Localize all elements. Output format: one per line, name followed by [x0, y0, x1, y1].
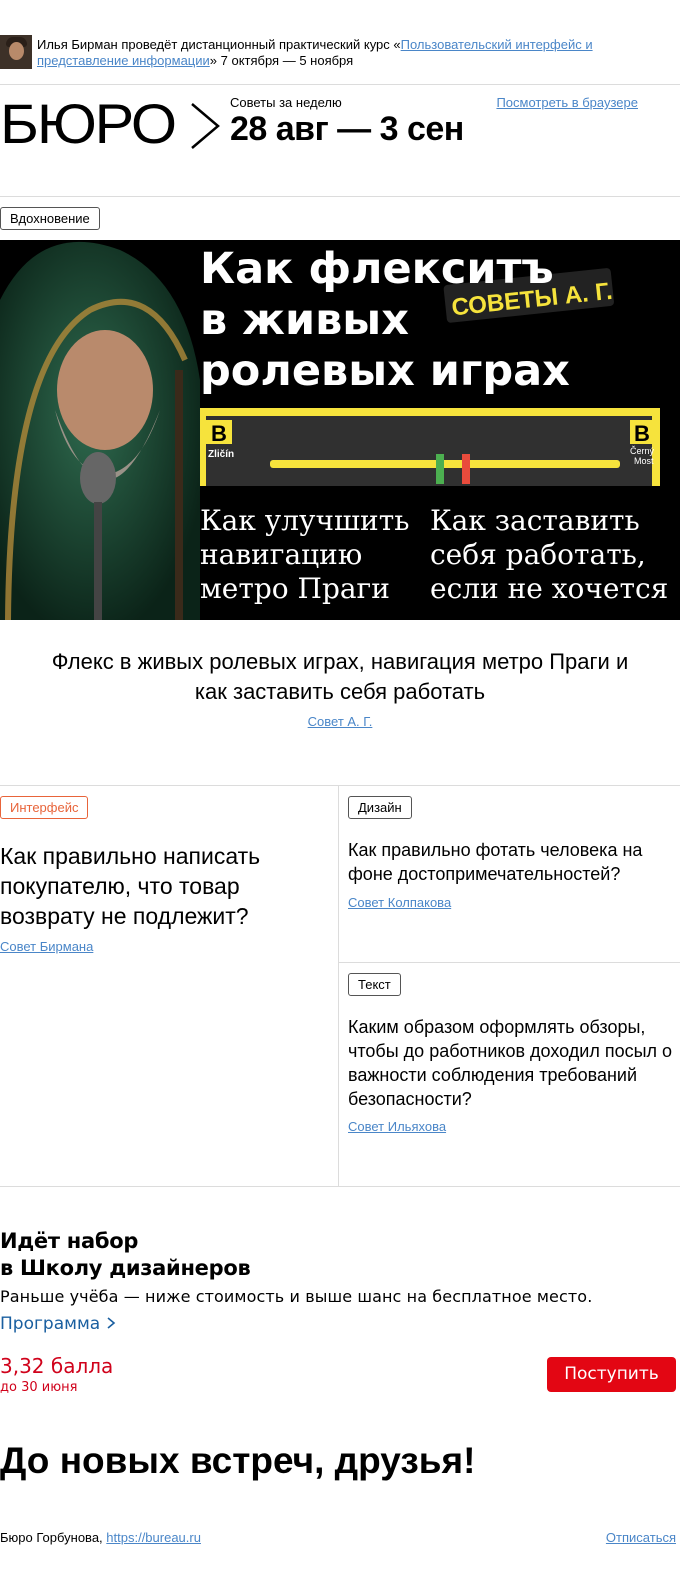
week-label: Советы за неделю [230, 95, 342, 110]
card-title[interactable]: Как правильно фотать человека на фоне до… [348, 838, 668, 886]
svg-text:Černý: Černý [630, 446, 655, 456]
svg-text:Most: Most [634, 456, 654, 466]
school-title-line: в Школу дизайнеров [0, 1256, 251, 1280]
promo-text-before: Илья Бирман проведёт дистанционный практ… [37, 37, 401, 52]
hero-image[interactable]: СОВЕТЫ А. Г. Как флекситъ в живых ролевы… [0, 240, 680, 620]
logo-text: БЮРО [0, 92, 177, 155]
apply-button[interactable]: Поступить [547, 1357, 676, 1392]
tag-interface[interactable]: Интерфейс [0, 796, 89, 819]
promo-text-after: » 7 октября — 5 ноября [209, 53, 354, 68]
divider [0, 196, 680, 197]
footer-company: Бюро Горбунова, https://bureau.ru [0, 1530, 201, 1545]
card-title[interactable]: Как правильно написать покупателю, что т… [0, 841, 320, 931]
svg-text:Zličín: Zličín [208, 449, 234, 460]
card-title[interactable]: Каким образом оформлять обзоры, чтобы до… [348, 1015, 673, 1111]
unsubscribe-link[interactable]: Отписаться [606, 1530, 676, 1545]
avatar [0, 35, 32, 69]
grid-divider-horizontal [339, 962, 680, 963]
divider [0, 84, 680, 85]
view-in-browser-link[interactable]: Посмотреть в браузере [496, 95, 638, 110]
svg-text:B: B [634, 421, 650, 446]
divider [0, 785, 680, 786]
hero-illustration: СОВЕТЫ А. Г. Как флекситъ в живых ролевы… [0, 240, 680, 620]
card-author-link[interactable]: Совет Ильяхова [348, 1119, 446, 1134]
main-article-title[interactable]: Флекс в живых ролевых играх, навигация м… [40, 647, 640, 707]
grid-divider-vertical [338, 785, 339, 1187]
tag-text[interactable]: Текст [348, 973, 401, 996]
promo-banner: Илья Бирман проведёт дистанционный практ… [0, 35, 680, 69]
tag-design[interactable]: Дизайн [348, 796, 412, 819]
svg-text:B: B [211, 421, 227, 446]
promo-text: Илья Бирман проведёт дистанционный практ… [37, 37, 637, 69]
week-range: 28 авг — 3 сен [230, 110, 464, 148]
site-link[interactable]: https://bureau.ru [106, 1530, 201, 1545]
goodbye-heading: До новых встреч, друзья! [0, 1440, 476, 1481]
metro-line-strip: B Zličín B Černý Most [200, 408, 660, 486]
tag-inspiration[interactable]: Вдохновение [0, 207, 100, 230]
school-description: Раньше учёба — ниже стоимость и выше шан… [0, 1287, 593, 1306]
score-deadline: до 30 июня [0, 1380, 78, 1395]
company-name: Бюро Горбунова, [0, 1530, 103, 1545]
school-title: Идёт набор в Школу дизайнеров [0, 1228, 251, 1282]
divider [0, 1186, 680, 1187]
hero-right-caption: Как заставить себя работать, если не хоч… [430, 504, 668, 605]
program-link[interactable]: Программа [0, 1314, 116, 1334]
school-title-line: Идёт набор [0, 1229, 139, 1253]
main-article-link[interactable]: Совет А. Г. [308, 714, 373, 729]
card-author-link[interactable]: Совет Бирмана [0, 939, 93, 954]
card-author-link[interactable]: Совет Колпакова [348, 895, 451, 910]
logo-chevron-icon [191, 103, 220, 149]
bureau-logo[interactable]: БЮРО [0, 96, 220, 152]
chevron-right-icon [107, 1317, 115, 1329]
program-label: Программа [0, 1314, 101, 1334]
passing-score: 3,32 балла [0, 1354, 114, 1378]
